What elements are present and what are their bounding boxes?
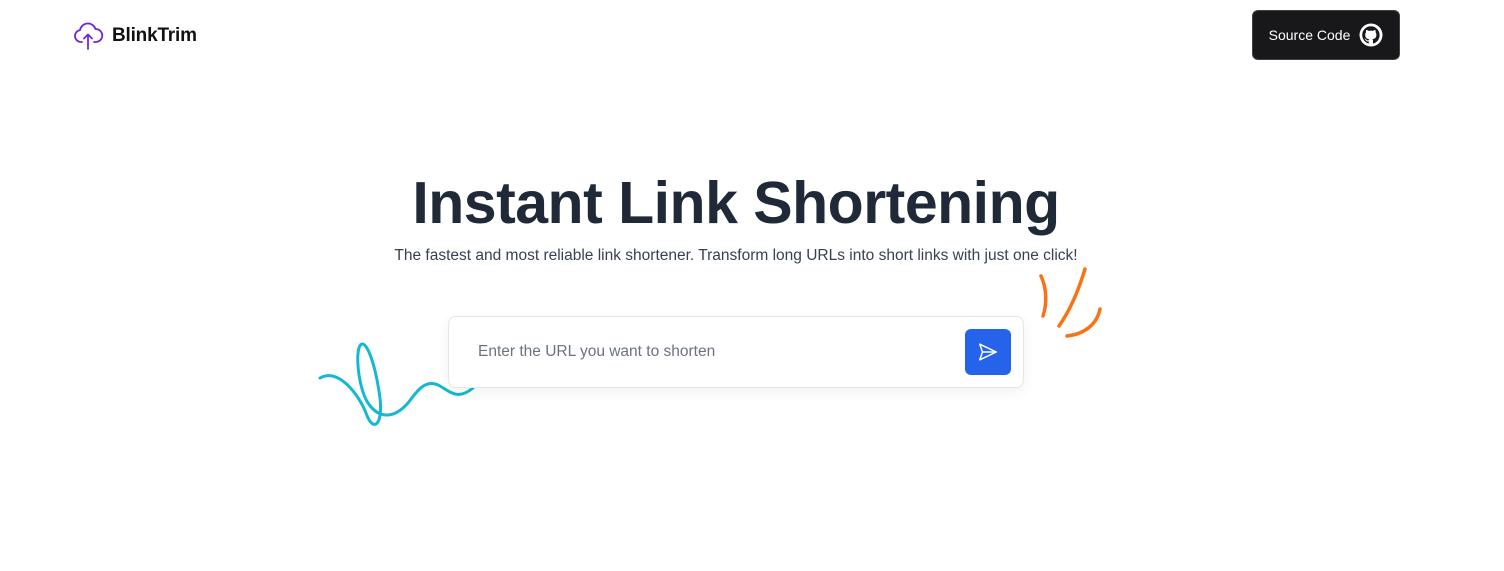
send-icon — [977, 341, 999, 363]
cloud-upload-icon — [72, 20, 104, 52]
page: BlinkTrim Source Code Instant Link Short… — [0, 0, 1504, 571]
source-code-button[interactable]: Source Code — [1252, 10, 1400, 60]
orange-squiggle-decoration — [1039, 267, 1102, 338]
shorten-submit-button[interactable] — [965, 329, 1011, 375]
url-shorten-form — [448, 316, 1024, 388]
url-input[interactable] — [478, 337, 958, 367]
page-title: Instant Link Shortening — [412, 170, 1060, 236]
brand-logo-link[interactable]: BlinkTrim — [72, 20, 197, 52]
github-icon — [1359, 23, 1383, 47]
brand-name: BlinkTrim — [112, 25, 197, 46]
page-subtitle: The fastest and most reliable link short… — [394, 247, 1078, 264]
source-code-label: Source Code — [1268, 27, 1351, 43]
